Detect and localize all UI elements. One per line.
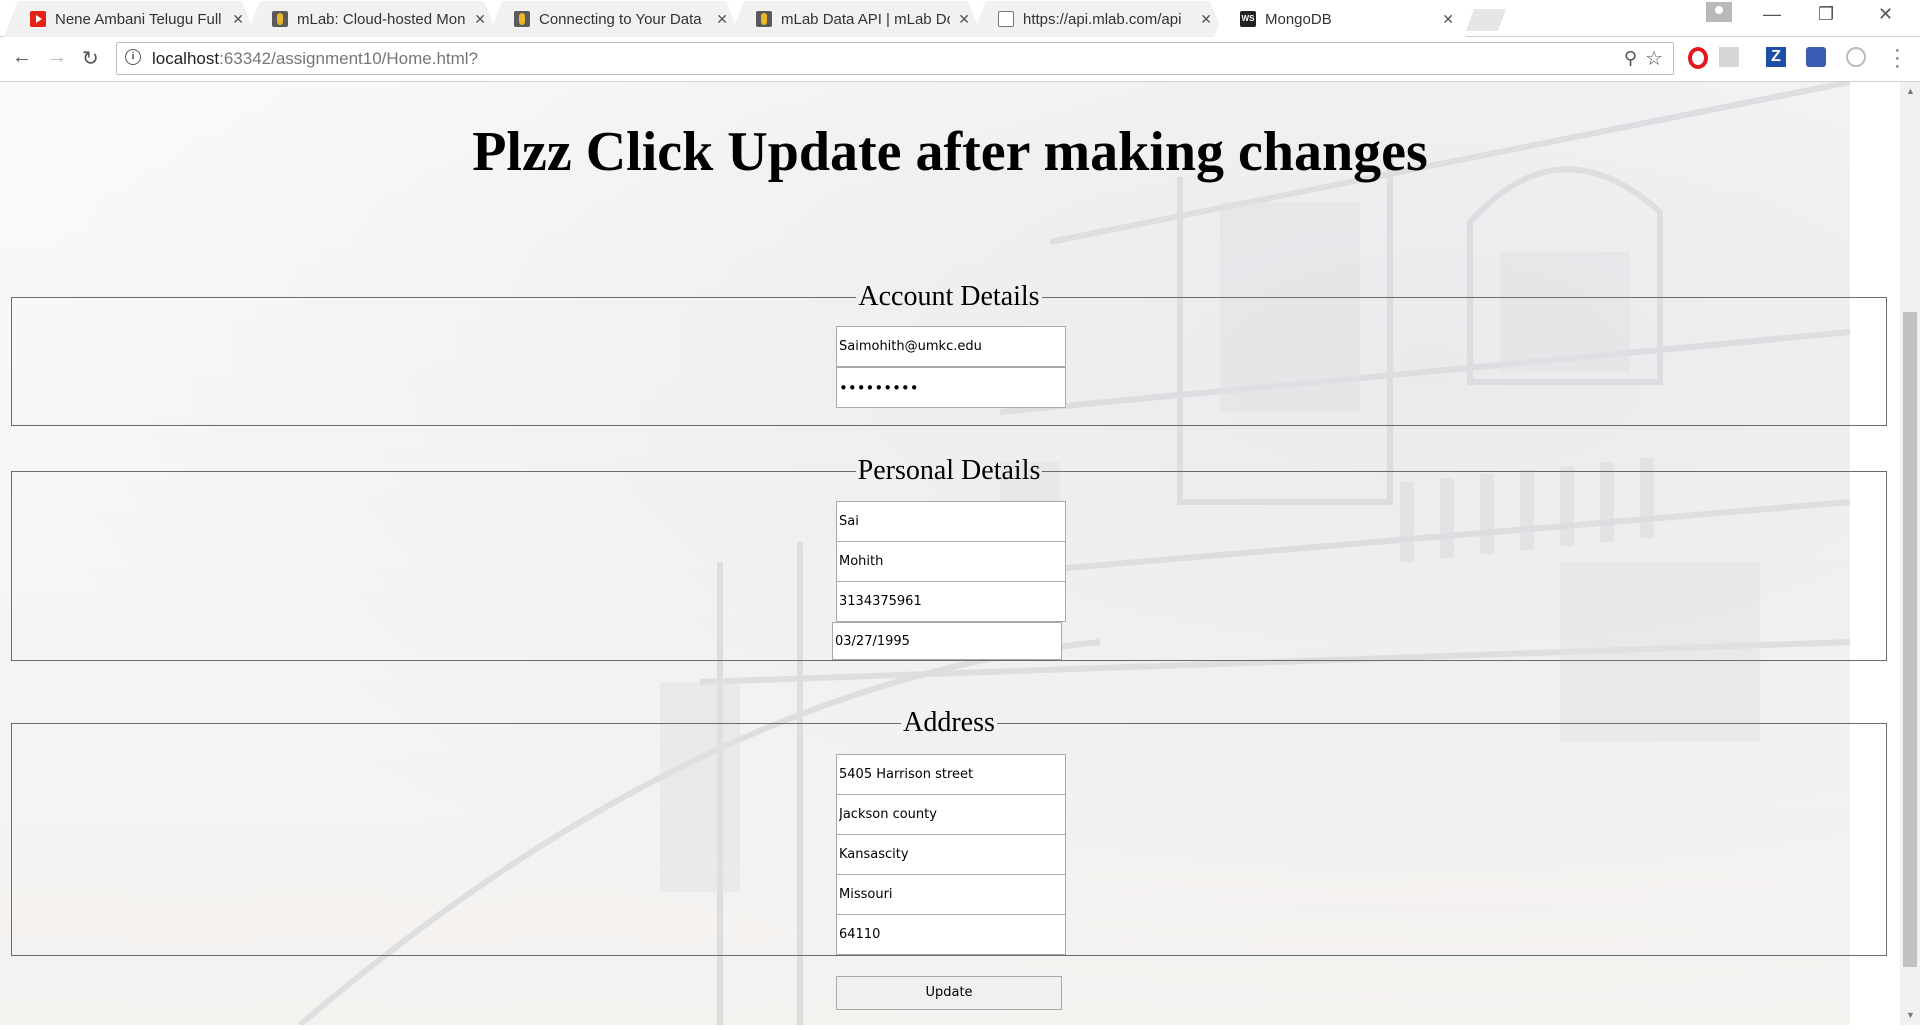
mlab-icon	[514, 11, 530, 27]
chrome-menu-icon[interactable]: · · ·	[1894, 40, 1901, 76]
close-tab-icon[interactable]: ✕	[474, 11, 486, 28]
last-name-field[interactable]	[836, 541, 1066, 582]
address-bar[interactable]: i localhost:63342/assignment10/Home.html…	[116, 42, 1674, 75]
tab-title: https://api.mlab.com/api	[1023, 10, 1182, 28]
forward-arrow-icon[interactable]: →	[47, 46, 67, 69]
address-legend: Address	[903, 707, 995, 738]
browser-tab[interactable]: Nene Ambani Telugu Full ✕	[4, 1, 256, 37]
county-field[interactable]	[836, 794, 1066, 835]
close-tab-icon[interactable]: ✕	[1200, 11, 1212, 28]
youtube-icon	[30, 11, 46, 27]
browser-tab[interactable]: Connecting to Your Data ✕	[488, 1, 740, 37]
page-scrollbar[interactable]: ▲ ▼	[1900, 82, 1920, 1025]
info-icon[interactable]: i	[125, 49, 141, 65]
url-host: localhost	[152, 49, 220, 68]
restore-icon[interactable]: ❐	[1818, 4, 1834, 25]
tab-title: Connecting to Your Data	[539, 10, 702, 28]
document-icon	[998, 11, 1014, 27]
browser-toolbar: ← → ↻ i localhost:63342/assignment10/Hom…	[0, 37, 1920, 82]
browser-tab-active[interactable]: WS MongoDB ✕	[1214, 1, 1466, 37]
browser-tab[interactable]: https://api.mlab.com/api ✕	[972, 1, 1224, 37]
mlab-icon	[756, 11, 772, 27]
browser-tab-strip: Nene Ambani Telugu Full ✕ mLab: Cloud-ho…	[0, 0, 1920, 37]
bookmark-star-icon[interactable]: ☆	[1645, 46, 1663, 71]
zotero-extension-icon[interactable]: Z	[1766, 47, 1786, 67]
url-text[interactable]: localhost:63342/assignment10/Home.html?	[152, 49, 478, 69]
webstorm-icon: WS	[1240, 11, 1256, 27]
tab-title: Nene Ambani Telugu Full	[55, 10, 222, 28]
profile-icon[interactable]	[1706, 2, 1732, 22]
account-details-legend: Account Details	[858, 281, 1040, 312]
tab-title: MongoDB	[1265, 10, 1332, 28]
city-field[interactable]	[836, 834, 1066, 875]
email-field[interactable]	[836, 326, 1066, 367]
mlab-icon	[272, 11, 288, 27]
first-name-field[interactable]	[836, 501, 1066, 542]
new-tab-button[interactable]	[1466, 9, 1506, 31]
window-bottom-edge	[0, 1025, 1920, 1030]
zip-field[interactable]	[836, 914, 1066, 955]
opera-extension-icon[interactable]	[1688, 47, 1708, 69]
password-field[interactable]	[836, 367, 1066, 408]
url-path: :63342/assignment10/Home.html?	[219, 49, 479, 68]
date-of-birth-field[interactable]	[832, 622, 1062, 660]
pdf-extension-icon[interactable]	[1719, 47, 1739, 67]
browser-tab[interactable]: mLab: Cloud-hosted Mon ✕	[246, 1, 498, 37]
circle-extension-icon[interactable]	[1846, 47, 1866, 67]
back-arrow-icon[interactable]: ←	[12, 46, 32, 69]
zoom-icon[interactable]: ⚲	[1624, 48, 1637, 69]
update-button[interactable]: Update	[836, 976, 1062, 1010]
phone-field[interactable]	[836, 581, 1066, 622]
tab-title: mLab Data API | mLab Do	[781, 10, 951, 28]
window-close-icon[interactable]: ✕	[1878, 4, 1893, 25]
tab-title: mLab: Cloud-hosted Mon	[297, 10, 466, 28]
page-viewport: Plzz Click Update after making changes A…	[0, 82, 1900, 1025]
close-tab-icon[interactable]: ✕	[958, 11, 970, 28]
close-tab-icon[interactable]: ✕	[1442, 11, 1454, 28]
close-tab-icon[interactable]: ✕	[716, 11, 728, 28]
scroll-up-icon[interactable]: ▲	[1906, 86, 1915, 96]
reload-icon[interactable]: ↻	[82, 46, 99, 71]
minimize-icon[interactable]: —	[1763, 4, 1781, 25]
personal-details-legend: Personal Details	[857, 455, 1041, 486]
tv-extension-icon[interactable]	[1806, 47, 1826, 67]
close-tab-icon[interactable]: ✕	[232, 11, 244, 28]
street-field[interactable]	[836, 754, 1066, 795]
state-field[interactable]	[836, 874, 1066, 915]
page-title: Plzz Click Update after making changes	[472, 121, 1428, 183]
scroll-down-icon[interactable]: ▼	[1906, 1010, 1915, 1020]
browser-tab[interactable]: mLab Data API | mLab Do ✕	[730, 1, 982, 37]
scrollbar-thumb[interactable]	[1903, 312, 1917, 967]
